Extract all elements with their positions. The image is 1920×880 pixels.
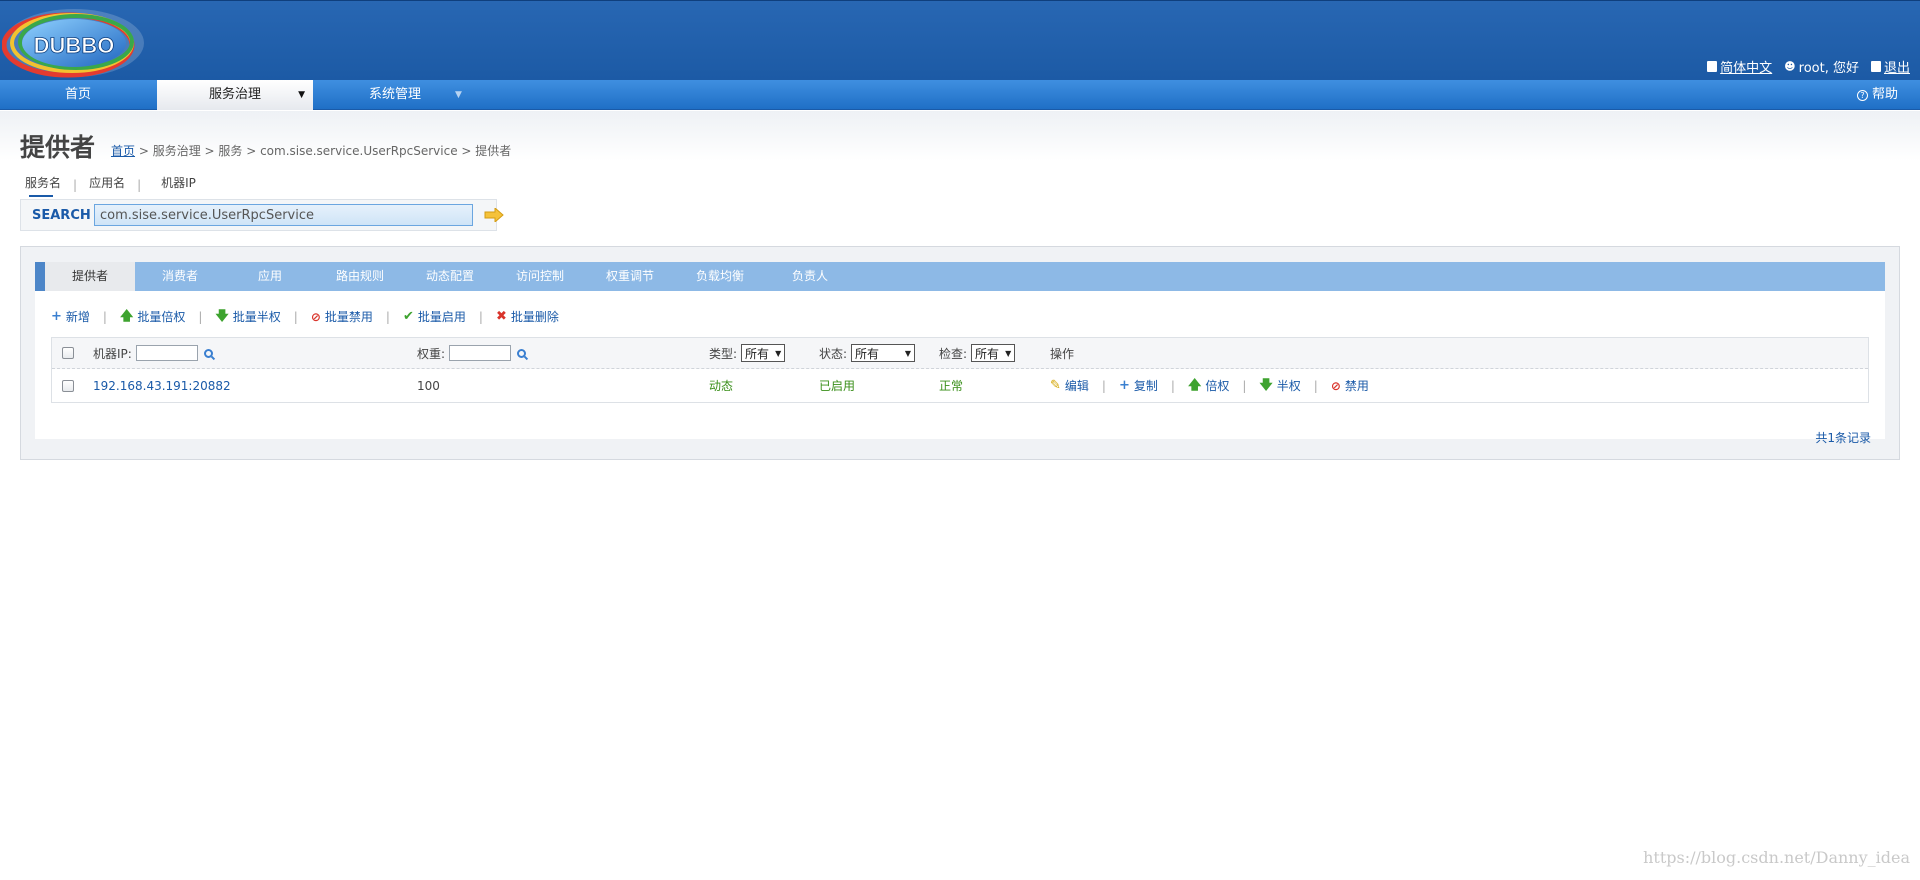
action-toolbar: + 新增 | 🡅 批量倍权 | 🡇 批量半权 | ⊘ 批量禁用 | ✔ 批量启用 (51, 308, 559, 325)
pencil-icon: ✎ (1050, 377, 1061, 393)
header-status-label: 状态: (819, 346, 848, 361)
help-icon: ? (1856, 89, 1868, 101)
logout-link[interactable]: 退出 (1870, 57, 1910, 76)
row-checkbox[interactable] (62, 379, 74, 392)
chevron-down-icon: ▼ (775, 348, 782, 358)
weight-filter-input[interactable] (449, 345, 512, 361)
chevron-down-icon: ▼ (1005, 348, 1012, 358)
search-tab-machine-ip[interactable]: 机器IP (161, 174, 196, 195)
disable-button[interactable]: ⊘ 禁用 (1331, 377, 1369, 394)
providers-table: 机器IP: 权重: 类型: 所有 ▼ 状态: 所有 ▼ 检查: 所有 ▼ 操作 … (51, 337, 1869, 403)
batch-enable-button[interactable]: ✔ 批量启用 (403, 308, 466, 325)
ban-icon: ⊘ (1330, 378, 1341, 393)
svg-text:DUBBO: DUBBO (34, 33, 115, 58)
arrow-down-icon: 🡇 (1259, 377, 1273, 393)
search-input[interactable] (94, 204, 473, 226)
status-filter-select[interactable]: 所有 ▼ (851, 344, 916, 362)
nav-item-service-governance[interactable]: 服务治理 ▼ (157, 80, 313, 110)
main-panel: 提供者 消费者 应用 路由规则 动态配置 访问控制 权重调节 负载均衡 负责人 … (20, 246, 1900, 460)
panel-content: 提供者 消费者 应用 路由规则 动态配置 访问控制 权重调节 负载均衡 负责人 … (35, 262, 1885, 445)
table-header: 机器IP: 权重: 类型: 所有 ▼ 状态: 所有 ▼ 检查: 所有 ▼ 操作 (52, 338, 1868, 369)
provider-weight: 100 (417, 378, 440, 393)
dubbo-logo[interactable]: DUBBO (2, 5, 146, 81)
record-count: 共1条记录 (1815, 431, 1871, 445)
breadcrumb-path: > 服务治理 > 服务 > com.sise.service.UserRpcSe… (135, 144, 512, 158)
search-bar: SEARCH (20, 199, 504, 231)
header-ops-label: 操作 (1050, 346, 1075, 361)
watermark: https://blog.csdn.net/Danny_idea (1643, 848, 1910, 867)
chevron-down-icon[interactable]: ▼ (455, 80, 462, 110)
user-greeting: ☻ root, 您好 (1784, 60, 1859, 76)
tab-bar: 提供者 消费者 应用 路由规则 动态配置 访问控制 权重调节 负载均衡 负责人 (35, 262, 1885, 291)
batch-disable-button[interactable]: ⊘ 批量禁用 (311, 308, 373, 325)
ip-filter-input[interactable] (135, 345, 198, 361)
check-filter-select[interactable]: 所有 ▼ (971, 344, 1016, 362)
page-title: 提供者 (20, 133, 96, 162)
arrow-up-icon: 🡅 (119, 308, 134, 324)
help-link[interactable]: ? 帮助 (1856, 80, 1898, 110)
provider-type: 动态 (709, 379, 734, 393)
type-filter-select[interactable]: 所有 ▼ (741, 344, 786, 362)
tab-consumers[interactable]: 消费者 (135, 262, 225, 291)
half-weight-button[interactable]: 🡇 半权 (1259, 377, 1300, 394)
batch-delete-button[interactable]: ✖ 批量删除 (496, 308, 559, 325)
chevron-down-icon: ▼ (298, 90, 305, 100)
tab-providers[interactable]: 提供者 (45, 262, 135, 291)
header: DUBBO 简体中文 ☻ root, 您好 退出 (0, 0, 1920, 80)
top-links: 简体中文 ☻ root, 您好 退出 (1707, 57, 1910, 76)
search-tab-app-name[interactable]: 应用名 (89, 174, 125, 195)
tab-routes[interactable]: 路由规则 (315, 262, 405, 291)
nav-item-system-management[interactable]: 系统管理 (340, 80, 450, 110)
search-type-tabs: 服务名 | 应用名 | 机器IP (25, 174, 196, 197)
logout-icon (1870, 61, 1881, 72)
tab-access-control[interactable]: 访问控制 (495, 262, 585, 291)
tab-dynamic-config[interactable]: 动态配置 (405, 262, 495, 291)
header-check-label: 检查: (939, 346, 968, 361)
plus-icon: + (51, 308, 62, 324)
edit-button[interactable]: ✎ 编辑 (1050, 377, 1089, 394)
header-ip-label: 机器IP: (93, 346, 132, 361)
arrow-down-icon: 🡇 (215, 308, 229, 324)
tab-owners[interactable]: 负责人 (765, 262, 855, 291)
arrow-up-icon: 🡅 (1187, 377, 1202, 393)
tab-weight[interactable]: 权重调节 (585, 262, 675, 291)
copy-button[interactable]: + 复制 (1119, 377, 1158, 394)
breadcrumb: 首页 > 服务治理 > 服务 > com.sise.service.UserRp… (111, 142, 511, 159)
language-link[interactable]: 简体中文 (1707, 57, 1772, 76)
provider-ip-link[interactable]: 192.168.43.191:20882 (93, 379, 231, 393)
search-icon[interactable] (517, 348, 527, 358)
batch-double-weight-button[interactable]: 🡅 批量倍权 (120, 308, 185, 325)
add-button[interactable]: + 新增 (51, 308, 90, 325)
search-icon[interactable] (203, 348, 213, 358)
table-row: 192.168.43.191:20882 100 动态 已启用 正常 ✎ 编辑 … (52, 369, 1868, 402)
batch-half-weight-button[interactable]: 🡇 批量半权 (215, 308, 280, 325)
header-type-label: 类型: (709, 346, 738, 361)
document-icon (1707, 61, 1718, 72)
check-icon: ✔ (402, 308, 414, 324)
search-label: SEARCH (32, 208, 91, 223)
double-weight-button[interactable]: 🡅 倍权 (1188, 377, 1229, 394)
main-nav: 首页 服务治理 ▼ 系统管理 ▼ ? 帮助 (0, 80, 1920, 110)
provider-status: 已启用 (819, 379, 856, 393)
tab-load-balance[interactable]: 负载均衡 (675, 262, 765, 291)
nav-item-home[interactable]: 首页 (30, 80, 126, 110)
user-icon: ☻ (1784, 60, 1796, 73)
plus-icon: + (1118, 377, 1130, 393)
header-weight-label: 权重: (417, 346, 446, 361)
chevron-down-icon: ▼ (904, 348, 912, 358)
tab-applications[interactable]: 应用 (225, 262, 315, 291)
breadcrumb-home-link[interactable]: 首页 (111, 144, 135, 158)
close-icon: ✖ (495, 308, 507, 324)
provider-check: 正常 (939, 379, 964, 393)
search-tab-service-name[interactable]: 服务名 (25, 174, 61, 197)
ban-icon: ⊘ (310, 309, 321, 324)
select-all-checkbox[interactable] (62, 347, 74, 359)
arrow-right-icon[interactable] (484, 208, 504, 222)
